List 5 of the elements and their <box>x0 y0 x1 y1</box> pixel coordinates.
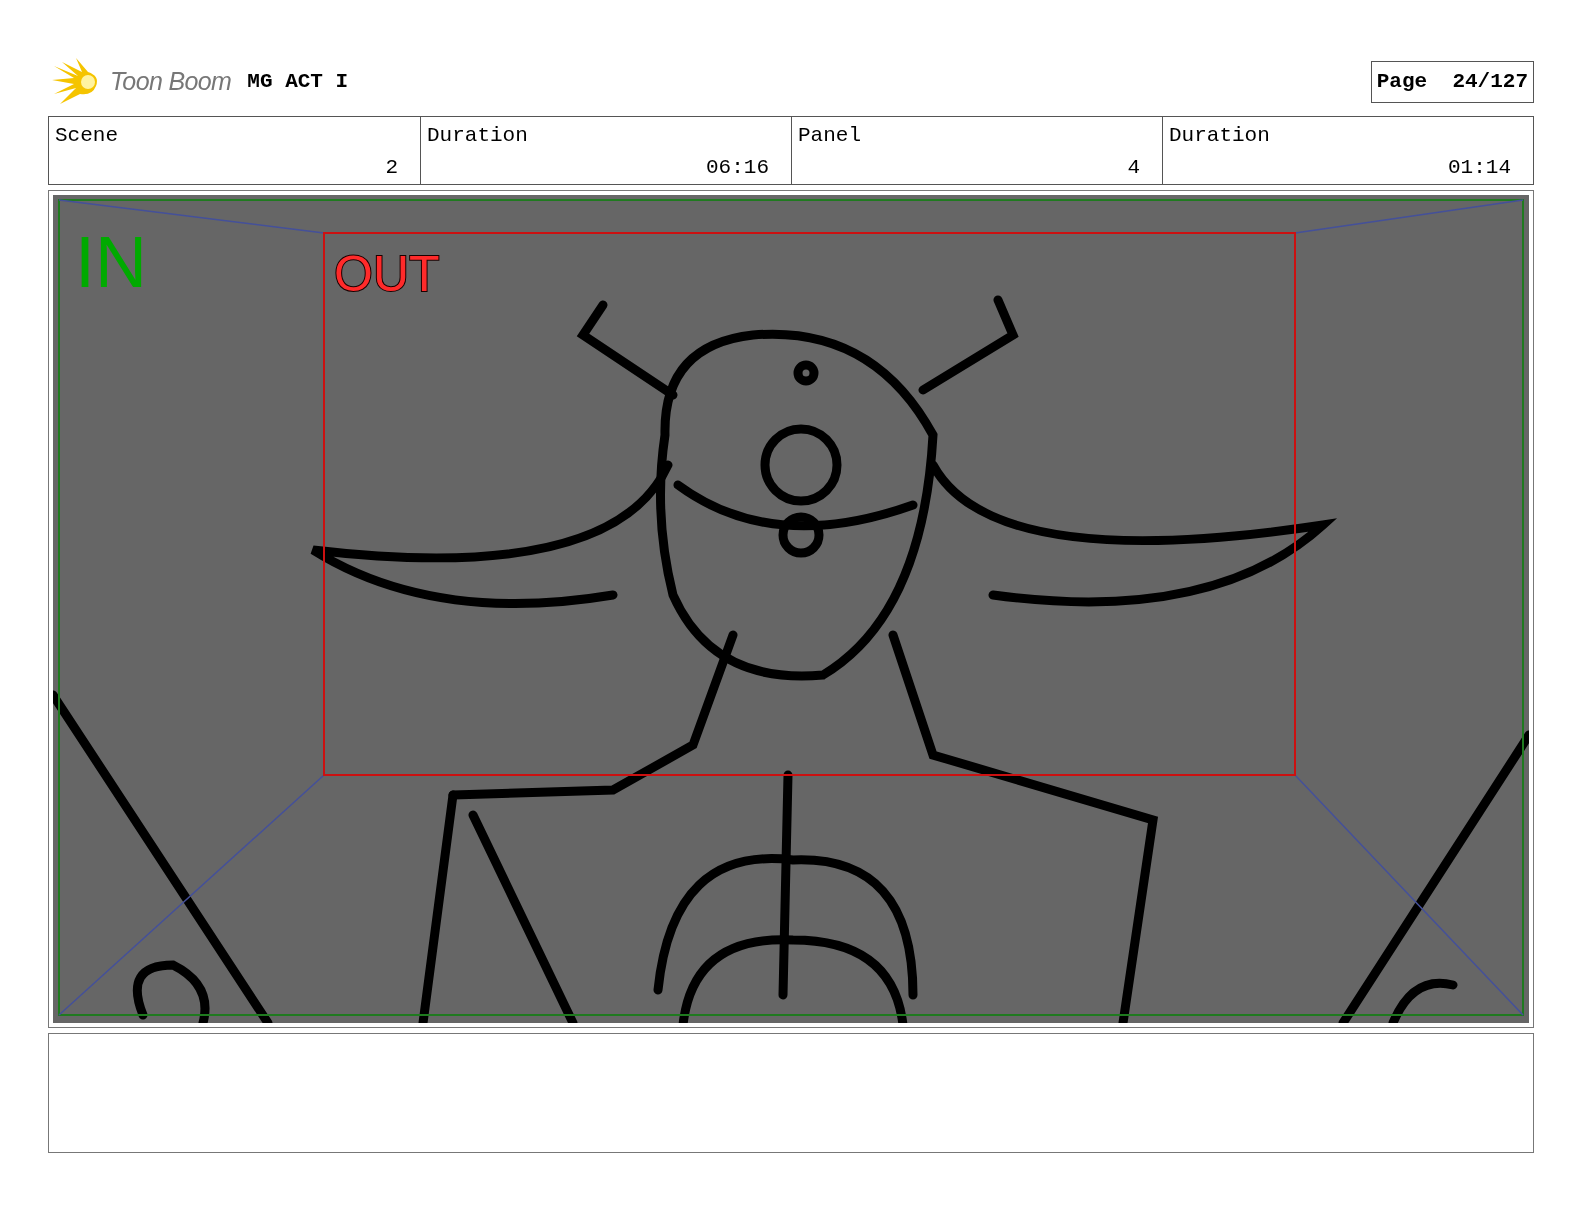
brand-logo-text: Toon Boom <box>110 66 232 98</box>
page-number: Page 24/127 <box>1370 61 1534 103</box>
in-frame-label: IN <box>75 222 147 302</box>
out-frame-label: OUT <box>334 246 440 302</box>
project-title: MG ACT I <box>247 69 349 96</box>
